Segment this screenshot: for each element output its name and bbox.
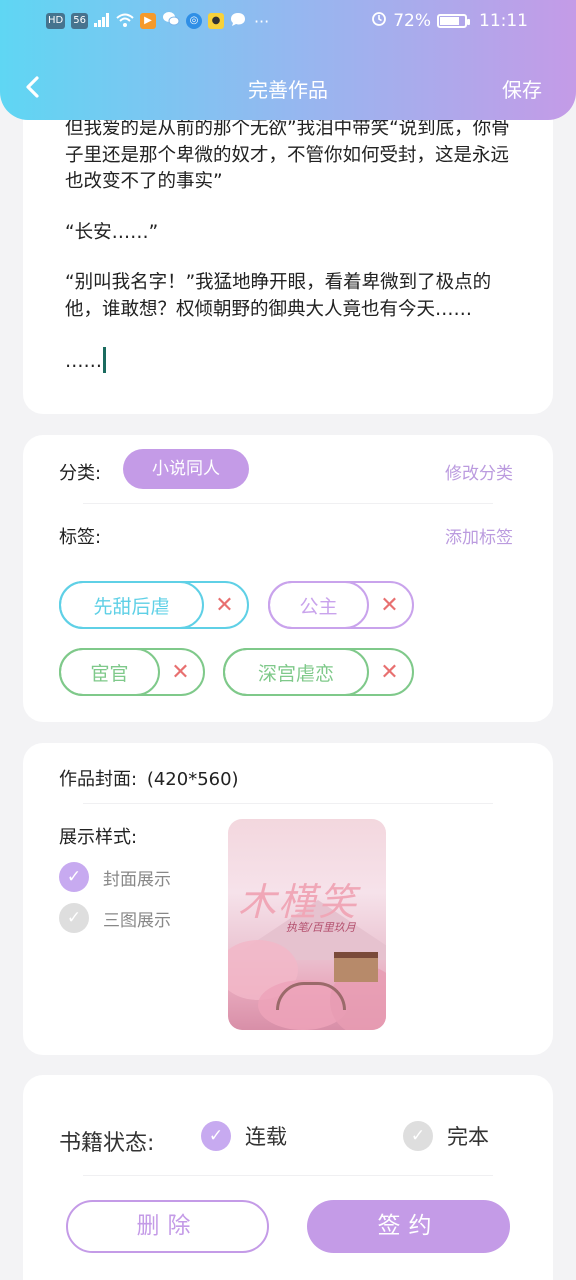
cover-subtitle: 执笔/百里玖月 xyxy=(286,921,356,934)
add-tag-link[interactable]: 添加标签 xyxy=(445,523,513,548)
message-icon xyxy=(230,12,246,31)
divider xyxy=(83,503,493,504)
tag-name[interactable]: 深宫虐恋 xyxy=(223,648,369,696)
cover-title: 木槿笑 xyxy=(238,880,359,924)
delete-button[interactable]: 删除 xyxy=(66,1200,269,1253)
save-button[interactable]: 保存 xyxy=(502,74,542,103)
clock: 11:11 xyxy=(479,10,528,31)
display-option-cover[interactable]: ✓ 封面展示 xyxy=(59,862,171,892)
status-card: 书籍状态: ✓ 连载 ✓ 完本 删除 签约 xyxy=(23,1075,553,1280)
sign-button[interactable]: 签约 xyxy=(307,1200,510,1253)
alarm-icon xyxy=(371,10,387,31)
book-status-label: 书籍状态: xyxy=(59,1131,155,1156)
close-icon[interactable]: ✕ xyxy=(202,583,247,627)
status-option-label: 完本 xyxy=(447,1125,489,1149)
display-option-three[interactable]: ✓ 三图展示 xyxy=(59,903,171,933)
tag-name[interactable]: 宦官 xyxy=(59,648,160,696)
content-paragraph: “别叫我名字！”我猛地睁开眼，看着卑微到了极点的他，谁敢想？权倾朝野的御典大人竟… xyxy=(65,272,492,320)
tag-name[interactable]: 公主 xyxy=(268,581,369,629)
option-label: 封面展示 xyxy=(103,869,171,890)
category-card: 分类: 小说同人 修改分类 标签: 添加标签 先甜后虐 ✕ 公主 ✕ 宦官 ✕ … xyxy=(23,435,553,722)
content-paragraph: “长安……” xyxy=(65,221,159,243)
edit-category-link[interactable]: 修改分类 xyxy=(445,459,513,484)
text-cursor xyxy=(103,347,106,373)
network-icon: 56 xyxy=(71,13,88,29)
cover-label: 作品封面: (420*560) xyxy=(59,765,239,791)
navbar: 完善作品 保存 xyxy=(0,62,576,112)
cover-image[interactable]: 木槿笑 执笔/百里玖月 xyxy=(228,819,386,1030)
cover-pavilion xyxy=(334,952,378,982)
app-icon: ● xyxy=(207,13,224,29)
signal-icon xyxy=(93,12,110,31)
status-right: 72% 11:11 xyxy=(371,10,528,31)
wifi-icon xyxy=(116,12,134,31)
status-option-serial[interactable]: ✓ 连载 xyxy=(201,1121,287,1151)
divider xyxy=(83,1175,493,1176)
status-option-label: 连载 xyxy=(245,1125,287,1149)
option-label: 三图展示 xyxy=(103,910,171,931)
checkmark-icon: ✓ xyxy=(403,1121,433,1151)
tag-item: 公主 ✕ xyxy=(268,581,414,629)
content-paragraph: 但我爱的是从前的那个无欲”我泪中带笑“说到底，你骨子里还是那个卑微的奴才，不管你… xyxy=(65,118,510,192)
checkmark-icon: ✓ xyxy=(59,862,89,892)
category-chip[interactable]: 小说同人 xyxy=(123,449,249,489)
status-icons: HD 56 ▶ ◎ ● ··· xyxy=(46,11,269,31)
browser-icon: ◎ xyxy=(185,13,202,29)
tag-name[interactable]: 先甜后虐 xyxy=(59,581,204,629)
tag-item: 先甜后虐 ✕ xyxy=(59,581,249,629)
status-bar: HD 56 ▶ ◎ ● ··· 72% 11:11 xyxy=(0,0,576,42)
category-label: 分类: xyxy=(59,463,102,484)
tags-label: 标签: xyxy=(59,527,102,548)
cover-size: (420*560) xyxy=(146,769,239,790)
page-title: 完善作品 xyxy=(248,78,328,102)
tag-item: 深宫虐恋 ✕ xyxy=(223,648,414,696)
wechat-icon xyxy=(162,11,180,31)
close-icon[interactable]: ✕ xyxy=(158,650,203,694)
header: HD 56 ▶ ◎ ● ··· 72% 11:11 完善作品 保存 xyxy=(0,0,576,120)
tag-item: 宦官 ✕ xyxy=(59,648,205,696)
status-option-finished[interactable]: ✓ 完本 xyxy=(403,1121,489,1151)
checkmark-icon: ✓ xyxy=(201,1121,231,1151)
checkmark-icon: ✓ xyxy=(59,903,89,933)
content-paragraph-last: …… xyxy=(65,347,511,376)
divider xyxy=(83,803,493,804)
cover-label-text: 作品封面: xyxy=(59,769,138,790)
cover-card: 作品封面: (420*560) 展示样式: ✓ 封面展示 ✓ 三图展示 木槿笑 … xyxy=(23,743,553,1055)
content-editor[interactable]: 但我爱的是从前的那个无欲”我泪中带笑“说到底，你骨子里还是那个卑微的奴才，不管你… xyxy=(23,80,553,414)
close-icon[interactable]: ✕ xyxy=(367,650,412,694)
close-icon[interactable]: ✕ xyxy=(367,583,412,627)
video-app-icon: ▶ xyxy=(139,13,156,29)
more-icon: ··· xyxy=(253,11,270,31)
hd-icon: HD xyxy=(46,13,66,29)
battery-percent: 72% xyxy=(393,10,431,31)
battery-icon xyxy=(437,13,470,28)
content-ellipsis: …… xyxy=(65,351,102,372)
display-style-label: 展示样式: xyxy=(59,827,138,848)
